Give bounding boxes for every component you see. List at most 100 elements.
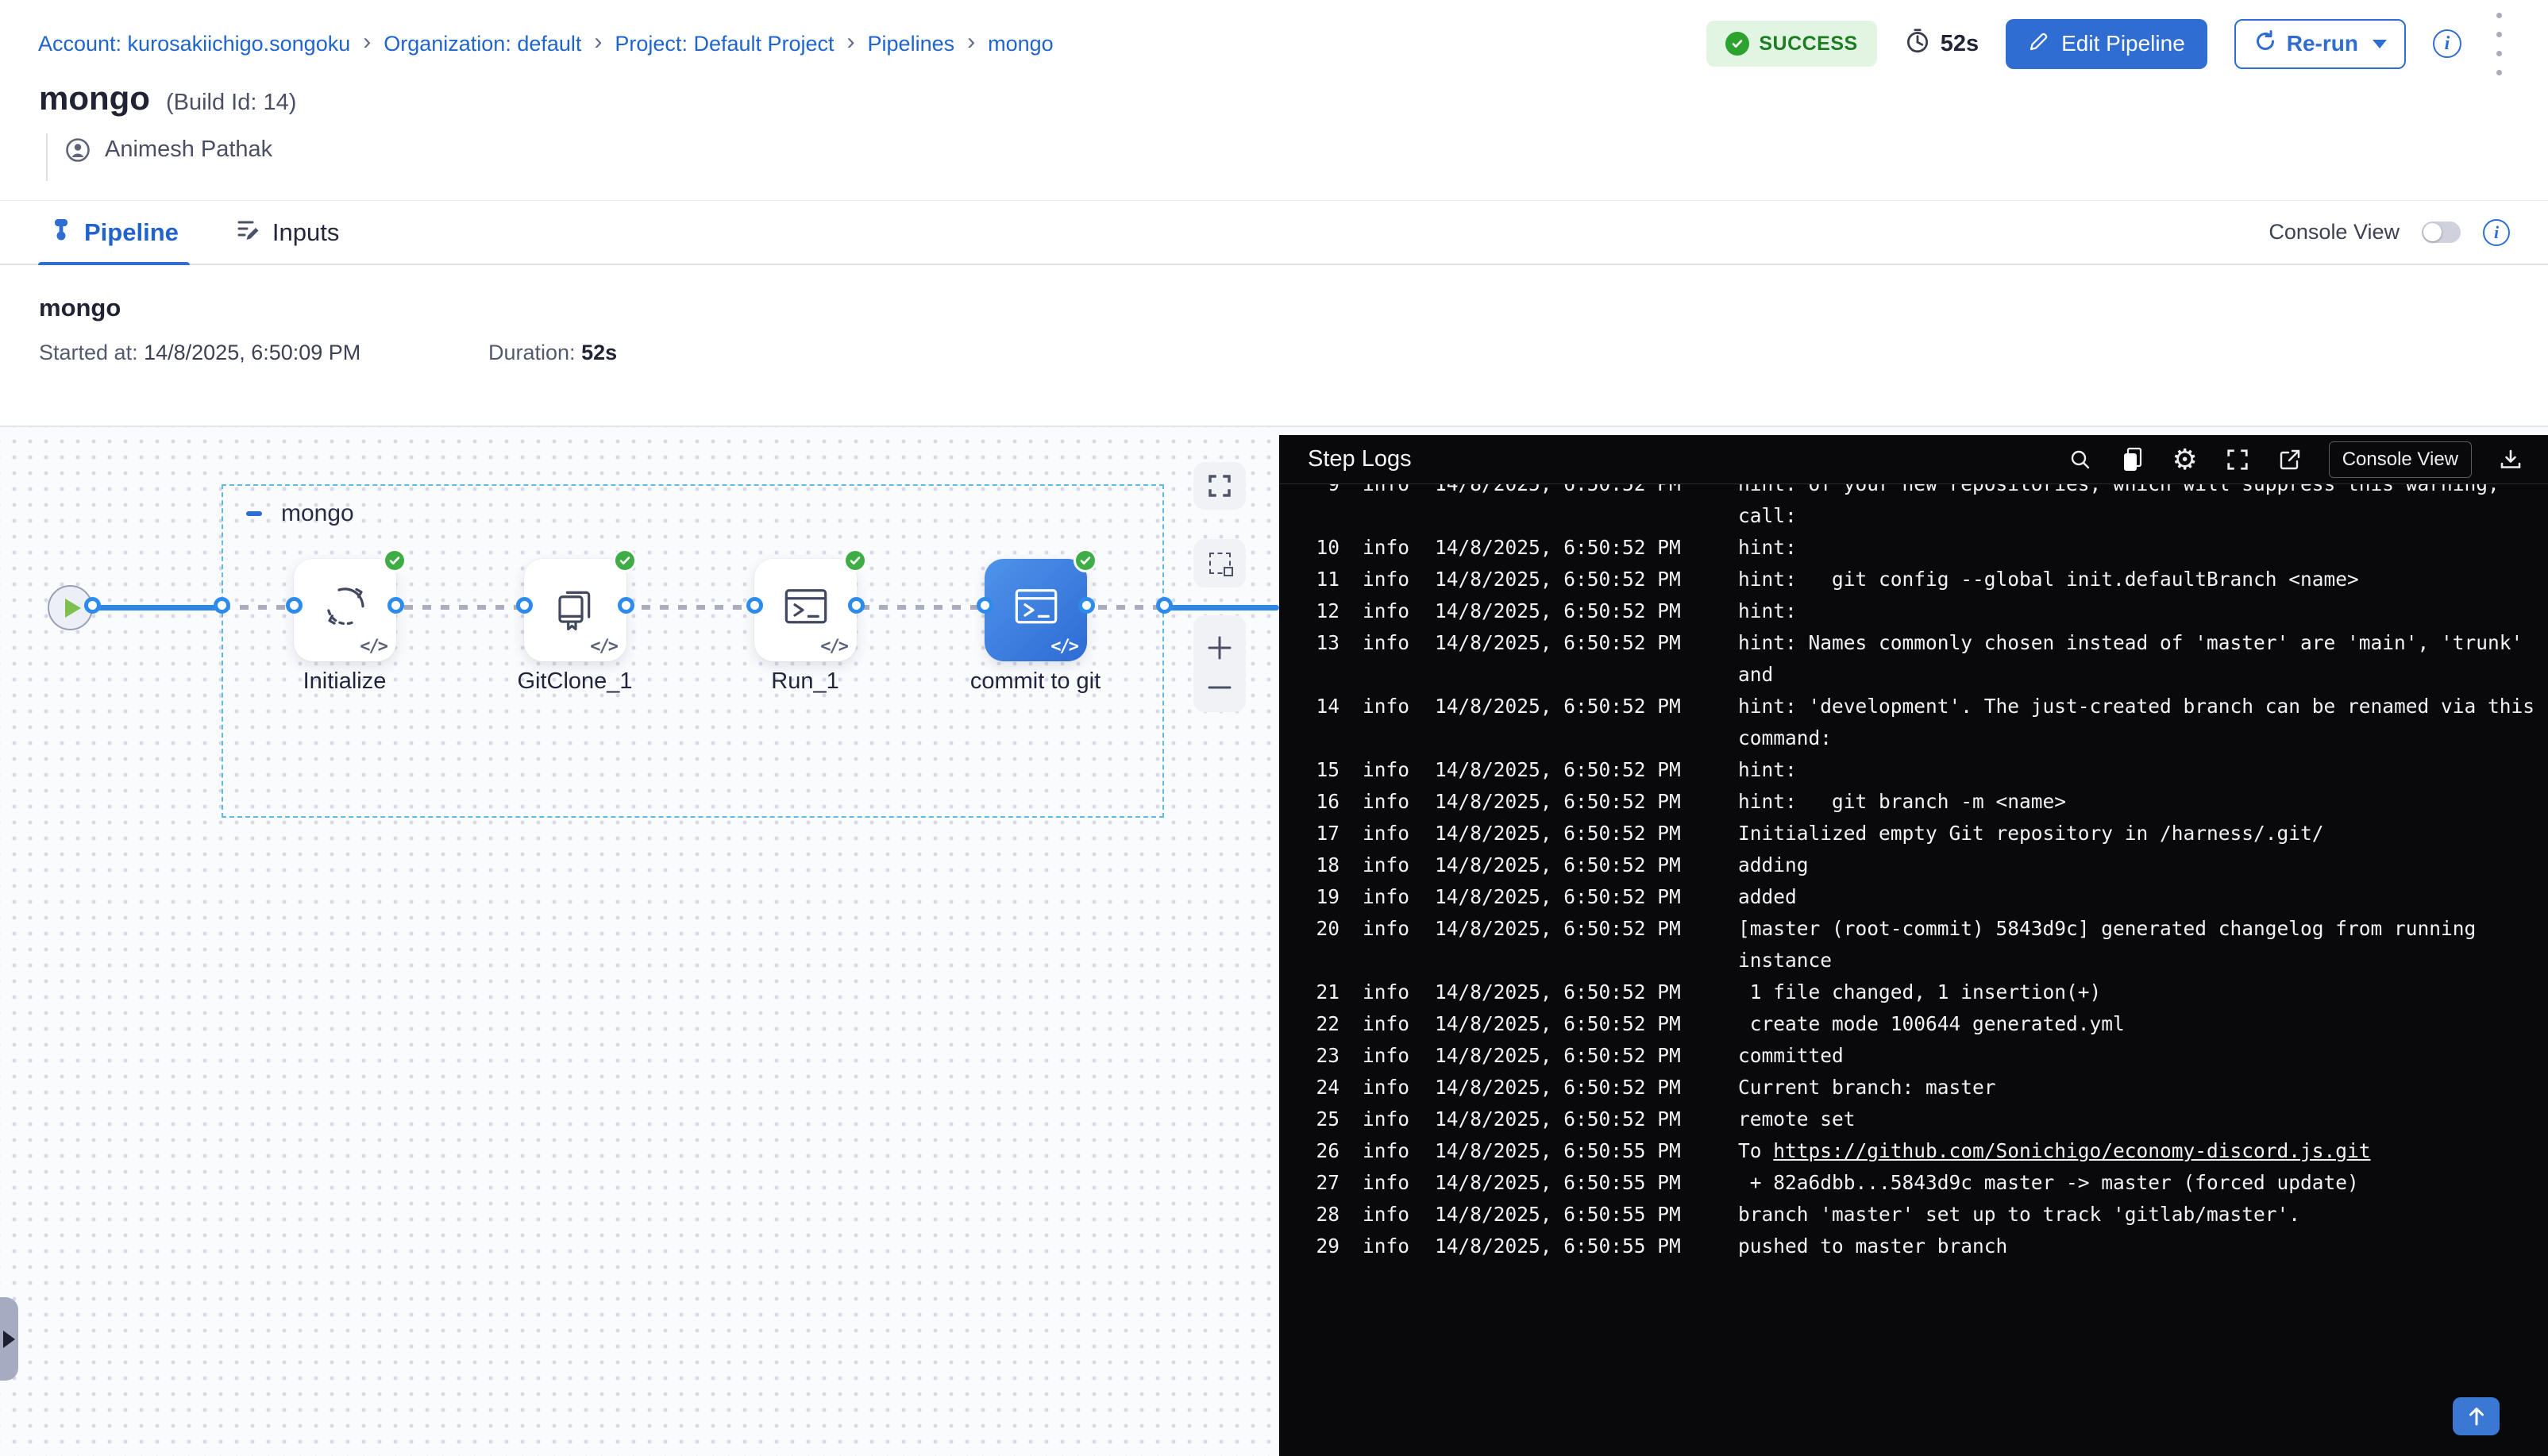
log-row: 10info14/8/2025, 6:50:52 PMhint: (1279, 532, 2548, 564)
terminal-icon (781, 580, 831, 635)
breadcrumb-link[interactable]: Pipelines (868, 32, 955, 56)
search-logs-icon[interactable] (2067, 446, 2094, 473)
sync-icon (320, 580, 371, 635)
rerun-button[interactable]: Re-run (2234, 19, 2406, 69)
log-row: 12info14/8/2025, 6:50:52 PMhint: (1279, 595, 2548, 627)
log-timestamp: 14/8/2025, 6:50:52 PM (1435, 532, 1683, 564)
log-settings-icon[interactable]: ⚙ (2172, 446, 2199, 473)
expand-panel-handle[interactable] (0, 1297, 18, 1381)
log-level: info (1363, 564, 1412, 595)
log-line-number: 29 (1279, 1231, 1340, 1262)
tab-inputs[interactable]: Inputs (225, 200, 350, 265)
log-row: 17info14/8/2025, 6:50:52 PMInitialized e… (1279, 818, 2548, 849)
step-port (1078, 597, 1095, 614)
log-line-number: 27 (1279, 1167, 1340, 1199)
collapse-stage-icon[interactable] (245, 504, 264, 523)
breadcrumb-separator: › (594, 29, 602, 56)
zoom-out-button[interactable] (1206, 682, 1233, 693)
console-view-toggle[interactable] (2422, 221, 2461, 243)
log-message: hint: (1738, 754, 2545, 786)
step-port (516, 597, 533, 614)
log-timestamp: 14/8/2025, 6:50:52 PM (1435, 881, 1683, 913)
edge-end (1164, 605, 1279, 611)
log-scroll-area[interactable]: 9info14/8/2025, 6:50:52 PMhint: of your … (1279, 484, 2548, 1456)
log-level: info (1363, 786, 1412, 818)
selection-mode-button[interactable] (1193, 539, 1246, 587)
step-node-label: Run_1 (686, 668, 924, 695)
code-icon: </> (820, 637, 847, 657)
log-timestamp: 14/8/2025, 6:50:52 PM (1435, 564, 1683, 595)
pencil-icon (2028, 30, 2050, 58)
log-row: 25info14/8/2025, 6:50:52 PMremote set (1279, 1104, 2548, 1135)
author-name: Animesh Pathak (105, 137, 272, 163)
step-port (746, 597, 763, 614)
console-view-info-icon[interactable]: i (2483, 219, 2510, 246)
breadcrumb-link[interactable]: Project: Default Project (615, 32, 834, 56)
log-message: pushed to master branch (1738, 1231, 2545, 1262)
page-title: mongo (39, 79, 150, 117)
more-options-menu[interactable] (2488, 8, 2510, 80)
log-line-number: 18 (1279, 849, 1340, 881)
log-line-number: 13 (1279, 627, 1340, 659)
edit-pipeline-label: Edit Pipeline (2061, 31, 2185, 56)
breadcrumb-link[interactable]: mongo (988, 32, 1054, 56)
console-view-label: Console View (2269, 220, 2400, 245)
log-level: info (1363, 818, 1412, 849)
step-logs-title: Step Logs (1308, 446, 1412, 472)
user-avatar-icon (65, 137, 91, 163)
log-message: hint: 'development'. The just-created br… (1738, 691, 2545, 754)
log-message: + 82a6dbb...5843d9c master -> master (fo… (1738, 1167, 2545, 1199)
step-logs-panel: Step Logs ⚙ Console View (1279, 435, 2548, 1456)
scroll-to-top-button[interactable] (2453, 1397, 2500, 1435)
tab-inputs-label: Inputs (272, 218, 339, 247)
zoom-in-button[interactable] (1206, 634, 1233, 661)
execution-info-icon[interactable]: i (2433, 29, 2461, 58)
connector-port (84, 597, 101, 614)
log-line-number: 24 (1279, 1072, 1340, 1104)
log-level: info (1363, 1199, 1412, 1231)
open-in-new-icon[interactable] (2276, 446, 2303, 473)
log-rows: 9info14/8/2025, 6:50:52 PMhint: of your … (1279, 484, 2548, 1262)
marquee-icon (1209, 553, 1231, 574)
log-message: hint: (1738, 532, 2545, 564)
build-title-row: mongo (Build Id: 14) (39, 79, 296, 117)
console-view-button[interactable]: Console View (2329, 441, 2472, 478)
tab-pipeline[interactable]: Pipeline (38, 200, 190, 265)
log-message: Initialized empty Git repository in /har… (1738, 818, 2545, 849)
step-node-run_1[interactable]: </> (754, 559, 857, 661)
breadcrumb-link[interactable]: Organization: default (384, 32, 581, 56)
copy-logs-icon[interactable] (2119, 446, 2146, 473)
pipeline-canvas[interactable]: mongo </>Initialize </>GitClone_1 (0, 427, 1279, 1456)
log-timestamp: 14/8/2025, 6:50:55 PM (1435, 1135, 1683, 1167)
download-logs-icon[interactable] (2497, 446, 2524, 473)
log-message: hint: Names commonly chosen instead of '… (1738, 627, 2545, 691)
log-link[interactable]: https://github.com/Sonichigo/economy-dis… (1773, 1139, 2370, 1162)
log-row: 26info14/8/2025, 6:50:55 PMTo https://gi… (1279, 1135, 2548, 1167)
step-success-icon (843, 549, 867, 572)
log-message: 1 file changed, 1 insertion(+) (1738, 976, 2545, 1008)
terminal-icon (1011, 580, 1062, 635)
clone-icon (550, 580, 601, 635)
status-badge: SUCCESS (1706, 21, 1876, 67)
main-content: mongo </>Initialize </>GitClone_1 (0, 426, 2548, 1456)
step-node-initialize[interactable]: </> (294, 559, 396, 661)
chevron-down-icon (2373, 40, 2387, 48)
log-level: info (1363, 976, 1412, 1008)
step-node-commit-to-git[interactable]: </> (985, 559, 1087, 661)
log-line-number: 25 (1279, 1104, 1340, 1135)
log-timestamp: 14/8/2025, 6:50:52 PM (1435, 691, 1683, 722)
step-node-label: commit to git (916, 668, 1155, 695)
step-node-gitclone_1[interactable]: </> (524, 559, 626, 661)
step-port (618, 597, 634, 614)
log-timestamp: 14/8/2025, 6:50:52 PM (1435, 818, 1683, 849)
edit-pipeline-button[interactable]: Edit Pipeline (2006, 19, 2207, 69)
log-timestamp: 14/8/2025, 6:50:55 PM (1435, 1199, 1683, 1231)
fit-to-screen-button[interactable] (1193, 462, 1246, 510)
fullscreen-logs-icon[interactable] (2224, 446, 2251, 473)
log-message: branch 'master' set up to track 'gitlab/… (1738, 1199, 2545, 1231)
step-port (977, 597, 993, 614)
pipeline-icon (49, 218, 73, 248)
breadcrumb-link[interactable]: Account: kurosakiichigo.songoku (38, 32, 350, 56)
log-row: 21info14/8/2025, 6:50:52 PM 1 file chang… (1279, 976, 2548, 1008)
log-row: 16info14/8/2025, 6:50:52 PMhint: git bra… (1279, 786, 2548, 818)
